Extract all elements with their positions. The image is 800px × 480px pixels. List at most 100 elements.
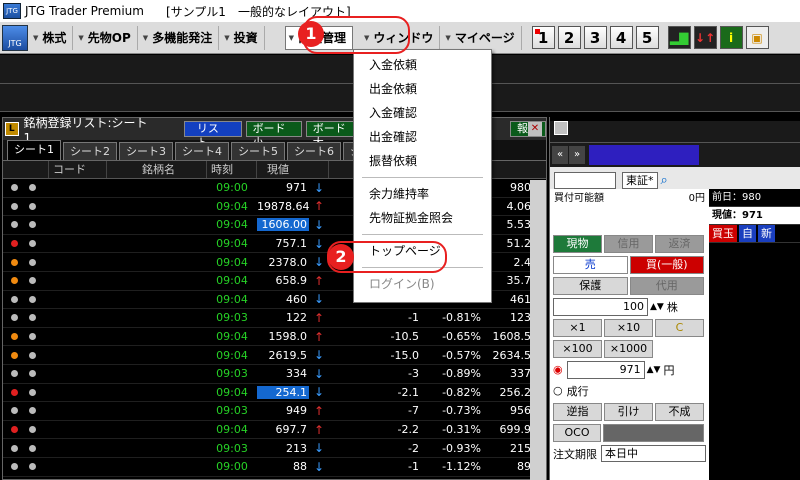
menu-item-margin-ratio[interactable]: 余力維持率 bbox=[354, 182, 491, 206]
menu-multi-order[interactable]: ▼ 多機能発注 bbox=[140, 25, 220, 50]
order-nav: « » bbox=[550, 143, 800, 167]
layout-button-5[interactable]: 5 bbox=[635, 26, 659, 49]
tab-repay[interactable]: 返済 bbox=[655, 234, 704, 253]
header-code[interactable]: コード bbox=[49, 161, 107, 178]
table-row[interactable]: 09:00 88 ↓ -1 -1.12% 89 bbox=[3, 458, 546, 477]
qty-x1000-button[interactable]: ×1000 bbox=[604, 339, 653, 358]
table-row[interactable]: 09:04 254.1 ↓ -2.1 -0.82% 256.2 bbox=[3, 384, 546, 403]
cell-price: 757.1 bbox=[275, 237, 308, 251]
layout-button-4[interactable]: 4 bbox=[609, 26, 633, 49]
info-icon[interactable]: i bbox=[719, 26, 743, 49]
layout-button-2[interactable]: 2 bbox=[557, 26, 581, 49]
price-input[interactable]: 971 bbox=[566, 360, 645, 379]
cell-price: 658.9 bbox=[275, 274, 308, 288]
status-dot bbox=[29, 426, 36, 434]
cell-price: 971 bbox=[286, 181, 307, 195]
stepper-down-icon[interactable]: ▼ bbox=[654, 365, 661, 375]
qty-x100-button[interactable]: ×100 bbox=[553, 339, 602, 358]
stepper-up-icon[interactable]: ▲ bbox=[647, 365, 654, 375]
layout-button-1[interactable]: 1 bbox=[531, 26, 555, 49]
expiry-select[interactable]: 本日中 bbox=[601, 445, 706, 462]
account-protect[interactable]: 保護 bbox=[553, 276, 628, 295]
header-price[interactable]: 現値 bbox=[257, 161, 329, 178]
menu-item-withdraw-request[interactable]: 出金依頼 bbox=[354, 77, 491, 101]
limit-radio[interactable]: ◉ bbox=[553, 363, 563, 376]
cell-change-pct: -0.82% bbox=[442, 385, 481, 399]
close-order-button[interactable]: 引け bbox=[604, 402, 653, 421]
next-icon[interactable]: » bbox=[569, 146, 585, 164]
menu-separator bbox=[362, 234, 483, 235]
stepper-down-icon[interactable]: ▼ bbox=[657, 302, 664, 312]
cell-time: 09:04 bbox=[216, 330, 248, 344]
funari-button[interactable]: 不成 bbox=[655, 402, 704, 421]
arrow-down-icon: ↓ bbox=[313, 348, 325, 363]
table-row[interactable]: 09:03 334 ↓ -3 -0.89% 337 bbox=[3, 365, 546, 384]
cell-price: 88 bbox=[293, 460, 307, 474]
symbol-select[interactable] bbox=[554, 171, 616, 189]
table-row[interactable]: 09:03 949 ↑ -7 -0.73% 956 bbox=[3, 402, 546, 421]
tab-margin[interactable]: 信用 bbox=[604, 234, 653, 253]
status-dot bbox=[29, 333, 36, 341]
menu-futures-options[interactable]: ▼ 先物OP bbox=[75, 25, 138, 50]
menu-stocks[interactable]: ▼ 株式 bbox=[30, 25, 74, 50]
oco-select[interactable] bbox=[603, 423, 704, 442]
header-time[interactable]: 時刻 bbox=[207, 161, 257, 178]
qty-x10-button[interactable]: ×10 bbox=[604, 318, 653, 337]
quantity-input[interactable]: 100 bbox=[553, 297, 648, 316]
chart-icon[interactable]: ▂▇ bbox=[667, 26, 691, 49]
arrow-down-icon: ↓ bbox=[313, 217, 325, 232]
view-board-small-button[interactable]: ボード小 bbox=[245, 121, 302, 149]
menu-mypage[interactable]: ▼ マイページ bbox=[442, 25, 522, 50]
status-dot bbox=[11, 351, 18, 359]
header-name[interactable]: 銘柄名 bbox=[107, 161, 207, 178]
table-row[interactable]: 09:03269↓-1-0.37%270 bbox=[3, 477, 546, 480]
qty-clear-button[interactable]: C bbox=[655, 318, 704, 337]
status-dot bbox=[29, 407, 36, 415]
tab-cash[interactable]: 現物 bbox=[553, 234, 602, 253]
self-header: 自 bbox=[739, 225, 756, 242]
cell-change-pct: -0.73% bbox=[442, 404, 481, 418]
tab-sheet-2[interactable]: シート2 bbox=[63, 142, 117, 160]
stepper-up-icon[interactable]: ▲ bbox=[650, 302, 657, 312]
sort-icon[interactable]: ↓↑ bbox=[693, 26, 717, 49]
menu-item-deposit-request[interactable]: 入金依頼 bbox=[354, 53, 491, 77]
market-radio[interactable]: ○ bbox=[553, 384, 563, 397]
lock-icon[interactable]: ▣ bbox=[745, 26, 769, 49]
table-row[interactable]: 09:03 213 ↓ -2 -0.93% 215 bbox=[3, 439, 546, 458]
menu-item-transfer-request[interactable]: 振替依頼 bbox=[354, 149, 491, 173]
tab-sheet-5[interactable]: シート5 bbox=[231, 142, 285, 160]
tab-sheet-1[interactable]: シート1 bbox=[7, 140, 61, 160]
menu-item-deposit-confirm[interactable]: 入金確認 bbox=[354, 101, 491, 125]
jtg-logo[interactable]: JTG bbox=[2, 24, 28, 51]
tab-sheet-6[interactable]: シート6 bbox=[287, 142, 341, 160]
status-dot bbox=[29, 295, 36, 303]
close-icon[interactable]: ✕ bbox=[528, 122, 542, 136]
table-row[interactable]: 09:04 1598.0 ↑ -10.5 -0.65% 1608.5 bbox=[3, 328, 546, 347]
arrow-up-icon: ↑ bbox=[313, 199, 325, 214]
tab-sheet-4[interactable]: シート4 bbox=[175, 142, 229, 160]
market-select[interactable]: 東証* bbox=[622, 171, 658, 189]
table-row[interactable]: 09:04 2619.5 ↓ -15.0 -0.57% 2634.5 bbox=[3, 346, 546, 365]
arrow-down-icon: ↓ bbox=[313, 366, 325, 381]
tab-sheet-3[interactable]: シート3 bbox=[119, 142, 173, 160]
menu-item-withdraw-confirm[interactable]: 出金確認 bbox=[354, 125, 491, 149]
status-dot bbox=[29, 221, 36, 229]
arrow-down-icon: ↓ bbox=[313, 255, 325, 270]
menu-invest[interactable]: ▼ 投資 bbox=[221, 25, 265, 50]
search-icon[interactable]: ⌕ bbox=[661, 173, 668, 188]
qty-x1-button[interactable]: ×1 bbox=[553, 318, 602, 337]
table-row[interactable]: 09:03 122 ↑ -1 -0.81% 123 bbox=[3, 309, 546, 328]
account-substitute[interactable]: 代用 bbox=[629, 276, 704, 295]
stop-order-button[interactable]: 逆指 bbox=[553, 402, 602, 421]
sell-button[interactable]: 売 bbox=[553, 255, 628, 274]
scrollbar[interactable] bbox=[530, 180, 546, 480]
layout-button-3[interactable]: 3 bbox=[583, 26, 607, 49]
cell-price: 213 bbox=[286, 441, 307, 455]
table-row[interactable]: 09:04 697.7 ↑ -2.2 -0.31% 699.9 bbox=[3, 421, 546, 440]
menu-item-futures-margin[interactable]: 先物証拠金照会 bbox=[354, 206, 491, 230]
prev-icon[interactable]: « bbox=[552, 146, 568, 164]
oco-button[interactable]: OCO bbox=[553, 423, 601, 442]
buy-button[interactable]: 買(一般) bbox=[629, 255, 704, 274]
cell-price: 122 bbox=[286, 311, 307, 325]
view-list-button[interactable]: リスト bbox=[183, 121, 242, 149]
